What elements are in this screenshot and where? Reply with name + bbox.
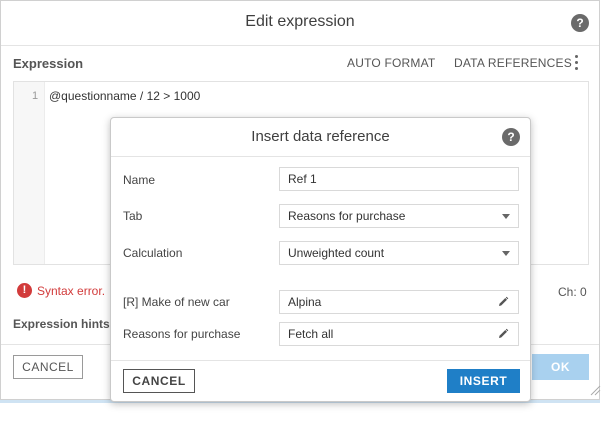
resize-handle-icon[interactable] xyxy=(589,384,601,396)
help-icon[interactable]: ? xyxy=(502,128,520,146)
character-count: Ch: 0 xyxy=(558,285,587,299)
expression-hints-label[interactable]: Expression hints xyxy=(13,317,110,331)
line-gutter: 1 xyxy=(14,82,45,264)
tab-select[interactable]: Reasons for purchase xyxy=(279,204,519,228)
ok-button[interactable]: OK xyxy=(532,354,589,380)
calculation-select-value: Unweighted count xyxy=(288,246,385,260)
make-of-new-car-label: [R] Make of new car xyxy=(123,295,230,309)
inner-dialog-title: Insert data reference xyxy=(251,128,390,145)
name-input-value: Ref 1 xyxy=(288,172,317,186)
chevron-down-icon xyxy=(502,251,510,256)
inner-dialog-header: Insert data reference ? xyxy=(111,118,530,157)
pencil-icon[interactable] xyxy=(497,296,509,308)
pencil-icon[interactable] xyxy=(497,328,509,340)
inner-cancel-button[interactable]: CANCEL xyxy=(123,369,195,393)
tab-label: Tab xyxy=(123,209,143,223)
make-of-new-car-value: Alpina xyxy=(288,295,322,309)
error-icon: ! xyxy=(17,283,32,298)
insert-data-reference-dialog: Insert data reference ? Name Ref 1 Tab R… xyxy=(110,117,531,402)
syntax-error-text: Syntax error. xyxy=(37,283,106,298)
dialog-header: Edit expression ? xyxy=(1,1,599,46)
insert-button[interactable]: INSERT xyxy=(447,369,520,393)
make-of-new-car-field[interactable]: Alpina xyxy=(279,290,519,314)
chevron-down-icon xyxy=(502,214,510,219)
name-input[interactable]: Ref 1 xyxy=(279,167,519,191)
auto-format-button[interactable]: AUTO FORMAT xyxy=(347,56,435,70)
cancel-button[interactable]: CANCEL xyxy=(13,355,83,379)
reasons-for-purchase-value: Fetch all xyxy=(288,327,334,341)
code-line[interactable]: @questionname / 12 > 1000 xyxy=(49,89,200,103)
calculation-label: Calculation xyxy=(123,246,183,260)
help-icon[interactable]: ? xyxy=(571,14,589,32)
dialog-title: Edit expression xyxy=(245,13,355,30)
reasons-for-purchase-field[interactable]: Fetch all xyxy=(279,322,519,346)
more-options-icon[interactable] xyxy=(572,55,580,71)
line-number: 1 xyxy=(32,90,39,102)
data-references-button[interactable]: DATA REFERENCES xyxy=(454,56,572,70)
tab-select-value: Reasons for purchase xyxy=(288,209,406,223)
calculation-select[interactable]: Unweighted count xyxy=(279,241,519,265)
syntax-error-message: ! Syntax error. xyxy=(17,283,105,298)
reasons-for-purchase-label: Reasons for purchase xyxy=(123,327,241,341)
name-label: Name xyxy=(123,173,156,187)
expression-label: Expression xyxy=(13,56,84,71)
